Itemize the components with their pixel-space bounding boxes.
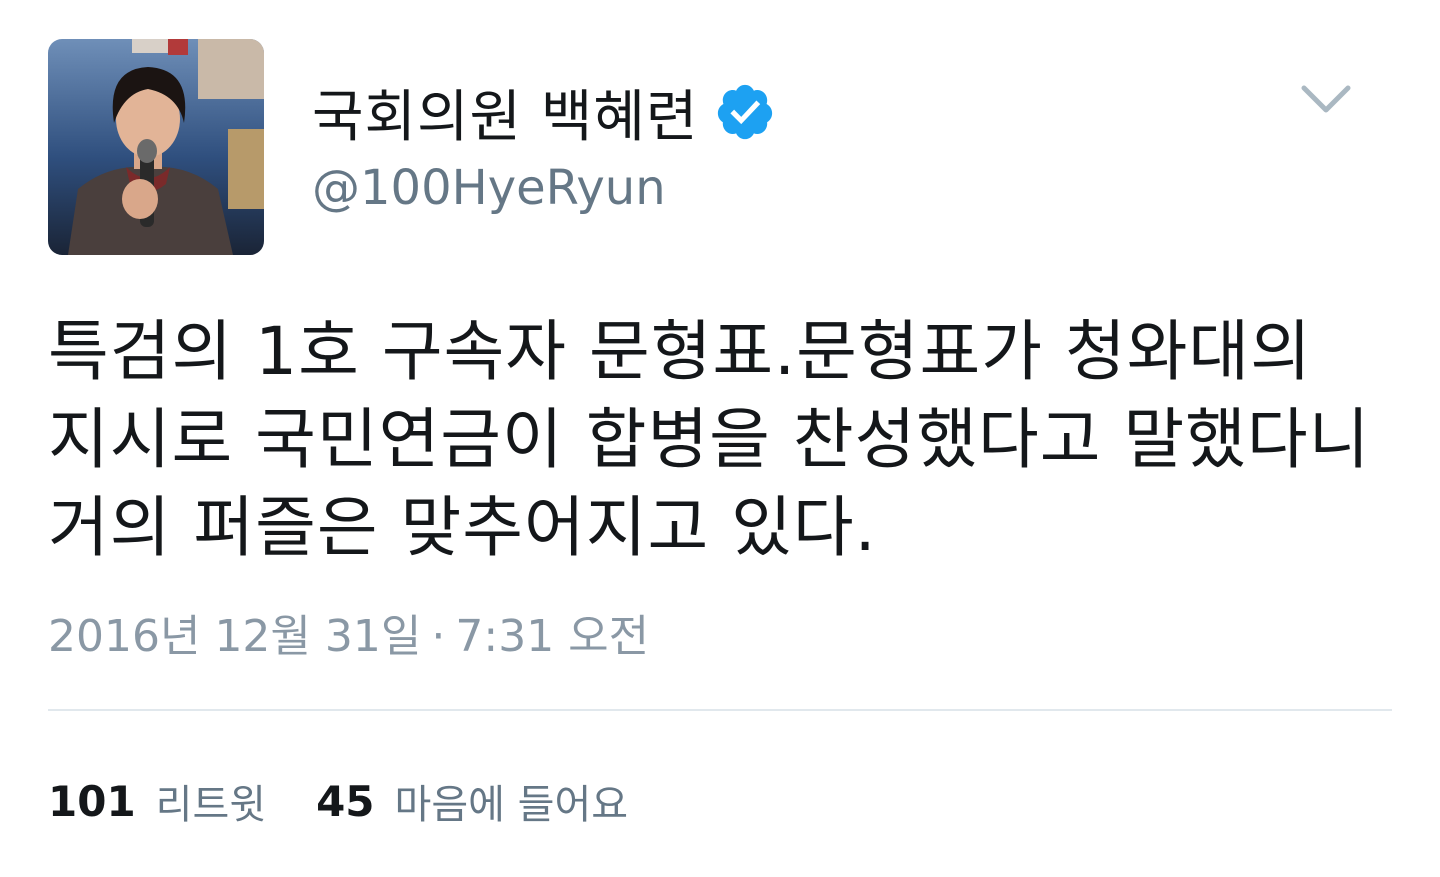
- divider: [48, 709, 1392, 711]
- likes-label: 마음에 들어요: [394, 782, 629, 828]
- more-options-button[interactable]: [1298, 80, 1354, 120]
- display-name[interactable]: 국회의원 백혜련: [312, 72, 698, 153]
- tweet-time: 7:31 오전: [455, 611, 650, 662]
- tweet-date: 2016년 12월 31일: [48, 611, 422, 662]
- tweet-timestamp[interactable]: 2016년 12월 31일 · 7:31 오전: [48, 600, 649, 664]
- display-name-row: 국회의원 백혜련: [312, 72, 776, 152]
- verified-badge-icon: [714, 81, 776, 143]
- timestamp-separator: ·: [431, 611, 446, 662]
- tweet-stats: 101 리트윗 45 마음에 들어요: [48, 768, 628, 834]
- retweets-label: 리트윗: [155, 782, 267, 828]
- likes-stat[interactable]: 45 마음에 들어요: [316, 772, 628, 830]
- likes-count: 45: [316, 776, 375, 826]
- chevron-down-icon: [1301, 85, 1351, 113]
- tweet-line: 거의 퍼즐은 맞추어지고 있다.: [48, 489, 877, 566]
- retweets-stat[interactable]: 101 리트윗: [48, 772, 266, 830]
- user-handle[interactable]: @100HyeRyun: [312, 160, 666, 216]
- tweet-line: 특검의 1호 구속자 문형표.문형표가 청와대의: [48, 313, 1312, 390]
- retweets-count: 101: [48, 776, 136, 826]
- avatar[interactable]: [48, 39, 264, 255]
- tweet-text: 특검의 1호 구속자 문형표.문형표가 청와대의 지시로 국민연금이 합병을 찬…: [48, 308, 1388, 572]
- tweet-line: 지시로 국민연금이 합병을 찬성했다고 말했다니: [48, 401, 1371, 478]
